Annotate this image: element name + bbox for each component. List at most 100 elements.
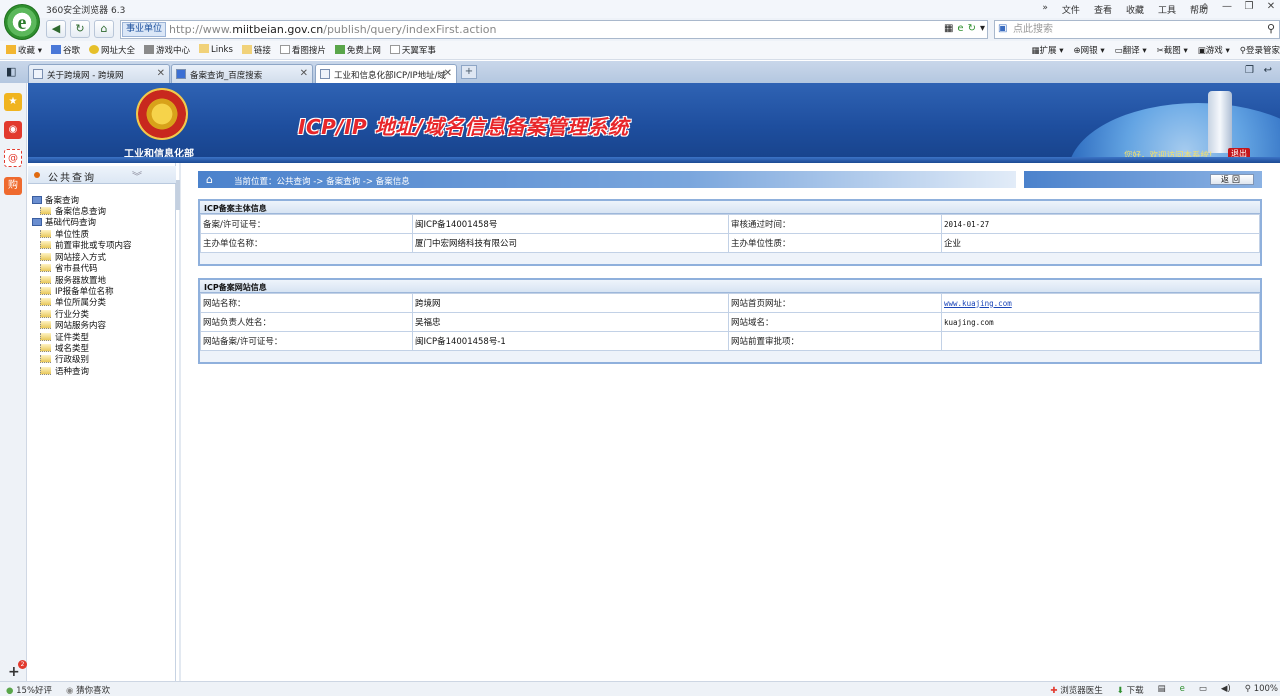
fav-item[interactable]: 游戏中心 bbox=[144, 44, 190, 56]
field-value: 2014-01-27 bbox=[941, 214, 1260, 234]
left-nav-header[interactable]: 公共查询 ︾ bbox=[28, 166, 176, 184]
search-engine-icon[interactable]: ▣ bbox=[998, 23, 1007, 34]
translate-button[interactable]: ▭翻译 ▾ bbox=[1115, 44, 1147, 56]
page-icon bbox=[40, 207, 51, 215]
volume-icon[interactable]: ◀) bbox=[1221, 684, 1231, 696]
fav-item[interactable]: 谷歌 bbox=[50, 44, 80, 56]
page-icon bbox=[40, 253, 51, 261]
screenshot-button[interactable]: ✂截图 ▾ bbox=[1157, 44, 1188, 56]
field-value: 闽ICP备14001458号 bbox=[412, 214, 729, 234]
minimize-button[interactable]: — bbox=[1220, 1, 1234, 12]
ie-icon[interactable]: e bbox=[1180, 684, 1185, 696]
back-arrow-icon[interactable]: ◀ bbox=[46, 20, 66, 38]
extensions-button[interactable]: ▦扩展 ▾ bbox=[1031, 44, 1063, 56]
menu-favorites[interactable]: 收藏 bbox=[1126, 3, 1144, 16]
field-value: 厦门中宏网络科技有限公司 bbox=[412, 233, 729, 253]
close-window-button[interactable]: ✕ bbox=[1264, 1, 1278, 12]
browser-doctor-button[interactable]: ✚ 浏览器医生 bbox=[1050, 684, 1102, 696]
tree-item-region-code[interactable]: 省市县代码 bbox=[40, 262, 98, 274]
download-button[interactable]: ⬇ 下载 bbox=[1117, 684, 1144, 696]
undo-close-icon[interactable]: ↩ bbox=[1264, 65, 1272, 76]
close-tab-icon[interactable]: ✕ bbox=[444, 68, 452, 79]
page-icon bbox=[40, 230, 51, 238]
panel-title: ICP备案网站信息 bbox=[200, 280, 1260, 293]
online-banking-button[interactable]: ⊕网银 ▾ bbox=[1074, 44, 1105, 56]
search-icon[interactable]: ⚲ bbox=[1267, 22, 1275, 35]
mail-icon[interactable]: @ bbox=[4, 149, 22, 167]
menu-tools[interactable]: 工具 bbox=[1158, 3, 1176, 16]
national-emblem-icon bbox=[136, 88, 188, 140]
url-text[interactable]: http://www.miitbeian.gov.cn/publish/quer… bbox=[169, 23, 496, 36]
restore-button[interactable]: ❐ bbox=[1242, 1, 1256, 12]
pane-splitter-handle[interactable] bbox=[176, 180, 180, 210]
field-value bbox=[941, 331, 1260, 351]
rating-item[interactable]: ● 15%好评 bbox=[6, 684, 52, 696]
tree-item-pre-approval[interactable]: 前置审批或专项内容 bbox=[40, 239, 132, 251]
doctor-icon: ✚ bbox=[1050, 686, 1058, 696]
address-refresh-icon[interactable]: ↻ bbox=[968, 23, 976, 34]
fav-item[interactable]: 网址大全 bbox=[89, 44, 135, 56]
menu-file[interactable]: 文件 bbox=[1062, 3, 1080, 16]
tree-item-service-content[interactable]: 网站服务内容 bbox=[40, 319, 106, 331]
page-icon bbox=[40, 298, 51, 306]
address-bar[interactable]: 事业单位 http://www.miitbeian.gov.cn/publish… bbox=[120, 20, 988, 39]
fav-item[interactable]: 看图搜片 bbox=[279, 44, 326, 56]
fav-item[interactable]: 收藏 ▾ bbox=[6, 44, 42, 56]
fav-item[interactable]: 链接 bbox=[241, 44, 271, 56]
homepage-link[interactable]: www.kuajing.com bbox=[944, 299, 1012, 308]
speed-icon[interactable]: ▤ bbox=[1158, 684, 1166, 696]
login-manager-button[interactable]: ⚲登录管家 bbox=[1240, 44, 1280, 56]
tab-kuajing[interactable]: 关于跨境网 - 跨境网 ✕ bbox=[28, 64, 170, 83]
page-icon bbox=[40, 276, 51, 284]
refresh-icon[interactable]: ↻ bbox=[70, 20, 90, 38]
home-icon[interactable]: ⌂ bbox=[94, 20, 114, 38]
return-button[interactable]: 返回 bbox=[1210, 174, 1254, 185]
new-tab-button[interactable]: + bbox=[461, 65, 477, 79]
table-row: 备案/许可证号： 闽ICP备14001458号 审核通过时间： 2014-01-… bbox=[200, 214, 1260, 234]
skin-icon[interactable]: ⌂ bbox=[1198, 1, 1212, 12]
tree-item-language[interactable]: 语种查询 bbox=[40, 365, 89, 377]
zoom-control[interactable]: ⚲ 100% bbox=[1245, 684, 1278, 696]
tree-item-admin-level[interactable]: 行政级别 bbox=[40, 353, 89, 365]
close-tab-icon[interactable]: ✕ bbox=[300, 68, 308, 79]
star-icon[interactable]: ★ bbox=[4, 93, 22, 111]
weibo-icon[interactable]: ◉ bbox=[4, 121, 22, 139]
site-category-tag[interactable]: 事业单位 bbox=[122, 22, 167, 37]
field-label: 网站名称： bbox=[200, 293, 413, 313]
toolbar-extensions: ▦扩展 ▾ ⊕网银 ▾ ▭翻译 ▾ ✂截图 ▾ ▣游戏 ▾ ⚲登录管家 bbox=[1031, 44, 1280, 56]
menu-more[interactable]: » bbox=[1042, 3, 1048, 16]
folder-icon bbox=[32, 218, 42, 226]
page-icon bbox=[40, 321, 51, 329]
games-button[interactable]: ▣游戏 ▾ bbox=[1198, 44, 1230, 56]
field-label: 网站备案/许可证号： bbox=[200, 331, 413, 351]
fav-item[interactable]: 免费上网 bbox=[334, 44, 381, 56]
fav-item[interactable]: 天翼军事 bbox=[389, 44, 436, 56]
tab-list-icon[interactable]: ❐ bbox=[1245, 65, 1254, 76]
tree-item-unit-category[interactable]: 单位所属分类 bbox=[40, 296, 106, 308]
menu-view[interactable]: 查看 bbox=[1094, 3, 1112, 16]
tab-miit[interactable]: 工业和信息化部ICP/IP地址/域 ✕ bbox=[315, 64, 457, 84]
status-left: ● 15%好评 ◉ 猜你喜欢 bbox=[6, 684, 110, 696]
ie-mode-icon[interactable]: e bbox=[957, 23, 963, 34]
fav-item[interactable]: Links bbox=[199, 44, 233, 56]
page-icon[interactable]: ▭ bbox=[1199, 684, 1207, 696]
baidu-icon bbox=[176, 69, 186, 79]
shopping-icon[interactable]: 购 bbox=[4, 177, 22, 195]
notification-badge: 2 bbox=[18, 660, 27, 669]
address-dropdown-icon[interactable]: ▾ bbox=[980, 23, 985, 34]
collapse-chevron-icon[interactable]: ︾ bbox=[132, 168, 142, 183]
panel-footer bbox=[200, 351, 1260, 362]
table-row: 主办单位名称： 厦门中宏网络科技有限公司 主办单位性质： 企业 bbox=[200, 233, 1260, 253]
field-label: 网站首页网址： bbox=[728, 293, 942, 313]
recommend-item[interactable]: ◉ 猜你喜欢 bbox=[66, 684, 110, 696]
tree-group-base-code-query[interactable]: 基础代码查询 bbox=[32, 216, 96, 228]
qr-code-icon[interactable]: ▦ bbox=[944, 23, 953, 34]
field-value: 企业 bbox=[941, 233, 1260, 253]
tab-baidu[interactable]: 备案查询_百度搜索 ✕ bbox=[171, 64, 313, 83]
sidebar-toggle-icon[interactable]: ◧ bbox=[6, 65, 16, 78]
navigation-bar: ◀ ↻ ⌂ 事业单位 http://www.miitbeian.gov.cn/p… bbox=[0, 18, 1280, 41]
field-value: 跨境网 bbox=[412, 293, 729, 313]
search-input[interactable] bbox=[1013, 22, 1253, 37]
close-tab-icon[interactable]: ✕ bbox=[157, 68, 165, 79]
browser-logo-icon[interactable]: e bbox=[4, 4, 40, 40]
